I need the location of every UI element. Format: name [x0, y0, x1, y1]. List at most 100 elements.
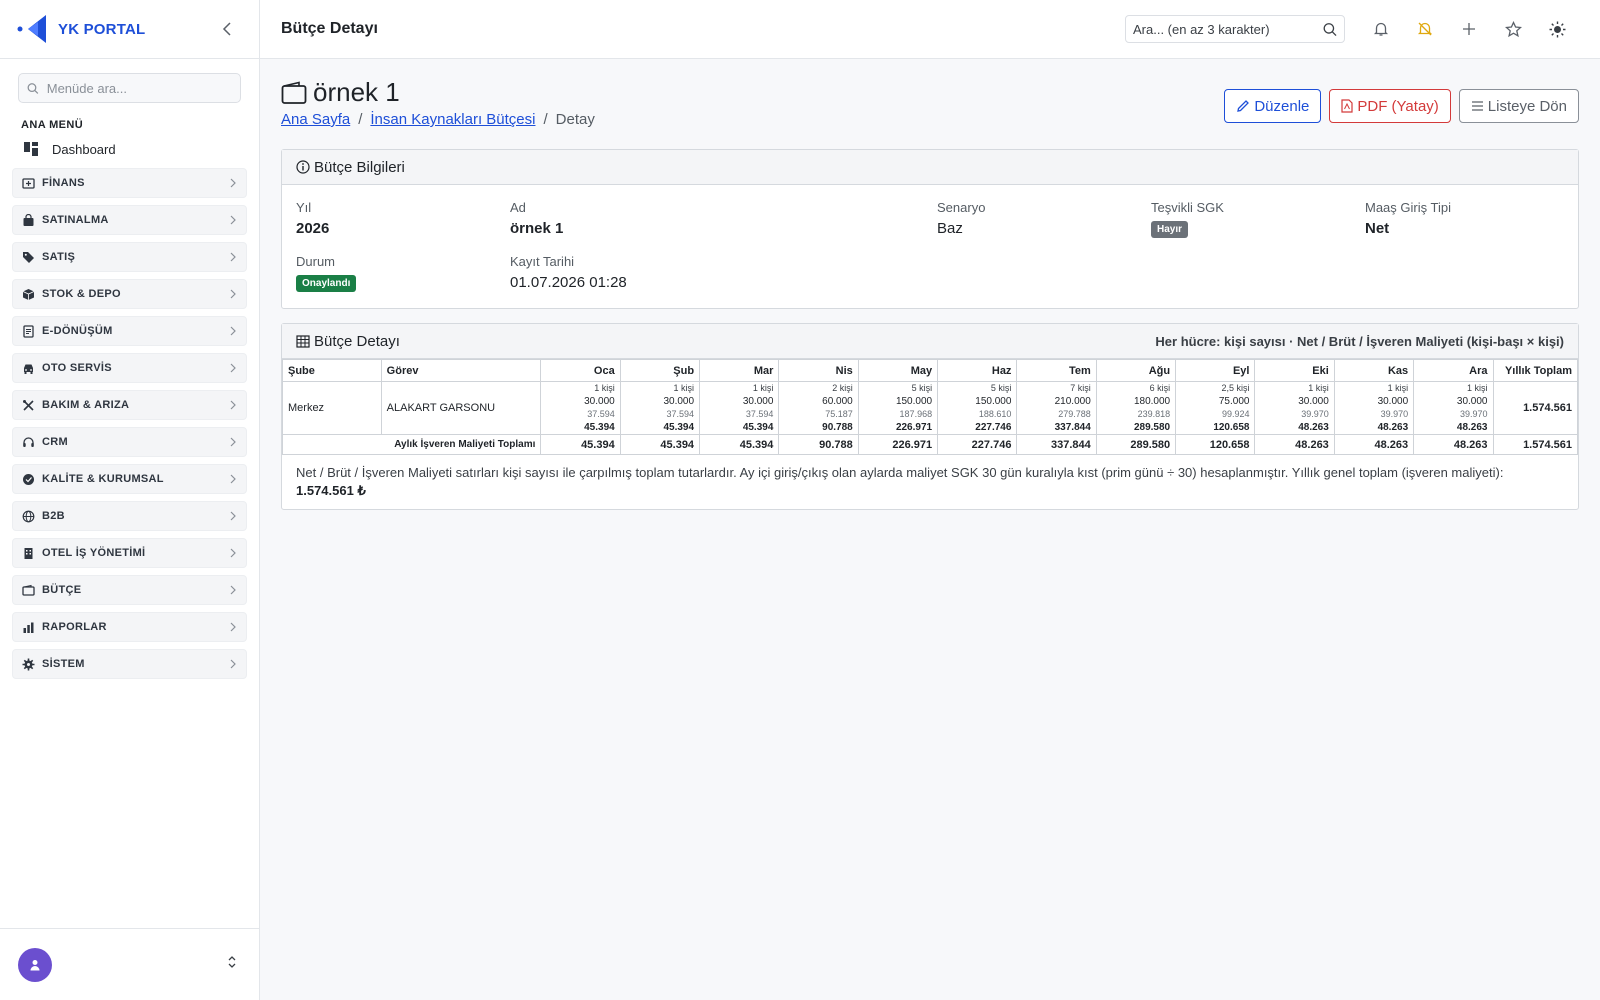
column-header[interactable]: Şube [282, 359, 382, 382]
back-button-label: Listeye Dön [1487, 97, 1567, 115]
pdf-export-button[interactable]: PDF (Yatay) [1329, 89, 1451, 123]
sidebar-item-satinalma[interactable]: SATINALMA [12, 205, 247, 235]
card-title: Bütçe Bilgileri [314, 158, 405, 176]
column-header[interactable]: Eyl [1175, 359, 1256, 382]
edit-button[interactable]: Düzenle [1224, 89, 1322, 123]
field-label: Teşvikli SGK [1151, 200, 1224, 215]
finance-icon [21, 176, 35, 190]
column-header[interactable]: Yıllık Toplam [1492, 359, 1578, 382]
column-header[interactable]: May [857, 359, 939, 382]
collapse-sidebar-icon[interactable] [219, 21, 235, 37]
column-header[interactable]: Oca [540, 359, 621, 382]
sidebar-item-label: CRM [42, 436, 68, 448]
monthly-total-row: Aylık İşveren Maliyeti Toplamı 45.394 45… [281, 434, 1578, 455]
month-cell: 2 kişi 60.000 75.187 90.788 [778, 381, 859, 435]
column-header[interactable]: Eki [1254, 359, 1335, 382]
star-icon[interactable] [1491, 15, 1535, 43]
sidebar: YK PORTAL ANA MENÜ Dashboard FİNANS SATI… [0, 0, 260, 1000]
gross-amount: 37.594 [587, 409, 615, 419]
theme-toggle-sun-icon[interactable] [1535, 15, 1579, 43]
month-cell: 6 kişi 180.000 239.818 289.580 [1095, 381, 1177, 435]
monthly-total-cell: 48.263 [1413, 434, 1494, 455]
month-cell: 1 kişi 30.000 39.970 48.263 [1413, 381, 1494, 435]
sidebar-item-label: STOK & DEPO [42, 288, 121, 300]
sidebar-item-dashboard[interactable]: Dashboard [0, 139, 259, 159]
sidebar-item-butce[interactable]: BÜTÇE [12, 575, 247, 605]
global-search[interactable] [1125, 15, 1345, 43]
breadcrumb-parent-link[interactable]: İnsan Kaynakları Bütçesi [370, 111, 535, 128]
sidebar-item-e-donusum[interactable]: E-DÖNÜŞÜM [12, 316, 247, 346]
sidebar-item-oto-servis[interactable]: OTO SERVİS [12, 353, 247, 383]
record-title: örnek 1 [313, 77, 400, 107]
headcount: 1 kişi [1308, 383, 1329, 393]
sidebar-item-finans[interactable]: FİNANS [12, 168, 247, 198]
column-header[interactable]: Ara [1413, 359, 1494, 382]
search-icon[interactable] [1323, 22, 1337, 37]
employer-cost: 289.580 [1133, 422, 1171, 433]
menu-search-input[interactable] [46, 80, 232, 96]
sidebar-item-satis[interactable]: SATIŞ [12, 242, 247, 272]
field-value: 01.07.2026 01:28 [510, 274, 627, 291]
field-name: Ad örnek 1 [510, 200, 563, 237]
month-cell: 5 kişi 150.000 187.968 226.971 [857, 381, 939, 435]
sidebar-item-label: SİSTEM [42, 658, 85, 670]
column-header[interactable]: Şub [619, 359, 701, 382]
net-amount: 60.000 [822, 396, 853, 407]
field-label: Senaryo [937, 200, 986, 215]
chevron-up-down-icon[interactable] [227, 955, 237, 974]
back-to-list-button[interactable]: Listeye Dön [1458, 89, 1579, 123]
info-fields: Yıl 2026 Ad örnek 1 Senaryo Baz Teşvikli… [282, 185, 1578, 309]
net-amount: 30.000 [742, 396, 774, 407]
chevron-right-icon [228, 363, 238, 373]
chevron-right-icon [228, 215, 238, 225]
sidebar-item-crm[interactable]: CRM [12, 427, 247, 457]
column-header[interactable]: Tem [1016, 359, 1097, 382]
menu-search[interactable] [18, 73, 241, 103]
headcount: 2 kişi [832, 383, 853, 393]
employer-cost: 90.788 [822, 422, 853, 433]
breadcrumb-home-link[interactable]: Ana Sayfa [281, 111, 350, 128]
bar-chart-icon [21, 620, 35, 634]
column-header[interactable]: Görev [380, 359, 542, 382]
global-search-input[interactable] [1133, 21, 1324, 37]
chevron-right-icon [228, 437, 238, 447]
breadcrumb-separator: / [543, 111, 548, 128]
net-amount: 30.000 [663, 396, 695, 407]
gross-amount: 37.594 [666, 409, 695, 419]
sidebar-item-bakim-ariza[interactable]: BAKIM & ARIZA [12, 390, 247, 420]
column-header[interactable]: Haz [937, 359, 1018, 382]
sidebar-item-b2b[interactable]: B2B [12, 501, 247, 531]
sidebar-item-kalite-kurumsal[interactable]: KALİTE & KURUMSAL [12, 464, 247, 494]
column-header[interactable]: Nis [778, 359, 859, 382]
sidebar-item-sistem[interactable]: SİSTEM [12, 649, 247, 679]
headcount: 1 kişi [1466, 383, 1488, 393]
breadcrumb-current: Detay [555, 111, 595, 128]
field-status: Durum Onaylandı [296, 254, 357, 292]
footnote-total: 1.574.561 ₺ [296, 483, 366, 498]
headcount: 5 kişi [911, 383, 933, 393]
avatar[interactable] [18, 947, 52, 982]
month-cell: 1 kişi 30.000 39.970 48.263 [1333, 381, 1415, 435]
sidebar-item-raporlar[interactable]: RAPORLAR [12, 612, 247, 642]
employer-cost: 226.971 [895, 422, 933, 433]
column-header[interactable]: Mar [699, 359, 780, 382]
net-amount: 180.000 [1133, 396, 1171, 407]
plus-icon[interactable] [1447, 15, 1491, 43]
net-amount: 30.000 [1377, 396, 1409, 407]
net-amount: 30.000 [1456, 396, 1488, 407]
column-header[interactable]: Kas [1333, 359, 1415, 382]
net-amount: 210.000 [1054, 396, 1091, 407]
alert-muted-icon[interactable] [1403, 15, 1447, 43]
monthly-total-cell: 226.971 [857, 434, 939, 455]
column-header[interactable]: Ağu [1095, 359, 1177, 382]
sidebar-item-stok-depo[interactable]: STOK & DEPO [12, 279, 247, 309]
net-amount: 150.000 [975, 396, 1012, 407]
sidebar-item-otel-is-yonetimi[interactable]: OTEL İŞ YÖNETİMİ [12, 538, 247, 568]
monthly-total-cell: 120.658 [1175, 434, 1256, 455]
notification-bell-icon[interactable] [1359, 15, 1403, 43]
document-icon [21, 324, 35, 338]
page-actions: Düzenle PDF (Yatay) Listeye Dön [1216, 89, 1579, 123]
headcount: 5 kişi [990, 383, 1012, 393]
cell-legend-note: Her hücre: kişi sayısı · Net / Brüt / İş… [1155, 333, 1564, 349]
badge-icon [21, 472, 35, 486]
